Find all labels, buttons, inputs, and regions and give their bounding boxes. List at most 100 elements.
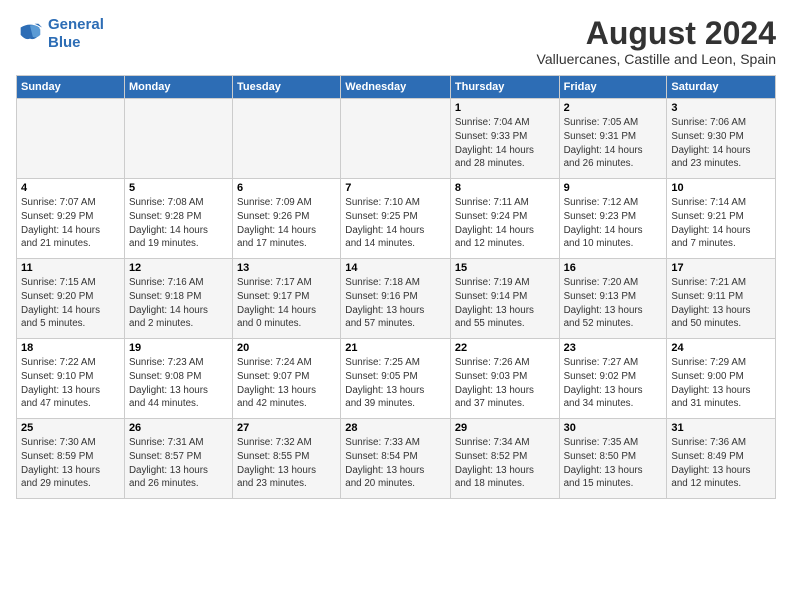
calendar-cell — [233, 99, 341, 179]
day-info: Sunrise: 7:24 AM Sunset: 9:07 PM Dayligh… — [237, 356, 336, 411]
day-number: 7 — [345, 182, 446, 194]
calendar-cell — [341, 99, 451, 179]
calendar-cell: 3 Sunrise: 7:06 AM Sunset: 9:30 PM Daylig… — [667, 99, 776, 179]
col-header-wednesday: Wednesday — [341, 76, 451, 99]
day-number: 14 — [345, 262, 446, 274]
day-info: Sunrise: 7:35 AM Sunset: 8:50 PM Dayligh… — [564, 436, 663, 491]
day-number: 6 — [237, 182, 336, 194]
day-number: 15 — [455, 262, 555, 274]
day-number: 26 — [129, 422, 228, 434]
calendar-cell: 6 Sunrise: 7:09 AM Sunset: 9:26 PM Daylig… — [233, 179, 341, 259]
day-number: 17 — [671, 262, 771, 274]
day-number: 25 — [21, 422, 120, 434]
day-number: 1 — [455, 102, 555, 114]
calendar-cell: 11Sunrise: 7:15 AM Sunset: 9:20 PM Dayli… — [17, 259, 125, 339]
calendar-cell: 24 Sunrise: 7:29 AM Sunset: 9:00 PM Dayli… — [667, 339, 776, 419]
calendar-cell: 14 Sunrise: 7:18 AM Sunset: 9:16 PM Dayli… — [341, 259, 451, 339]
calendar-cell: 31Sunrise: 7:36 AM Sunset: 8:49 PM Dayli… — [667, 419, 776, 499]
calendar-cell: 28 Sunrise: 7:33 AM Sunset: 8:54 PM Dayli… — [341, 419, 451, 499]
day-number: 4 — [21, 182, 120, 194]
day-info: Sunrise: 7:04 AM Sunset: 9:33 PM Dayligh… — [455, 116, 555, 171]
day-number: 30 — [564, 422, 663, 434]
calendar-cell: 25 Sunrise: 7:30 AM Sunset: 8:59 PM Dayli… — [17, 419, 125, 499]
day-number: 5 — [129, 182, 228, 194]
day-number: 3 — [671, 102, 771, 114]
calendar-cell: 29 Sunrise: 7:34 AM Sunset: 8:52 PM Dayli… — [450, 419, 559, 499]
calendar-cell: 19 Sunrise: 7:23 AM Sunset: 9:08 PM Dayli… — [124, 339, 232, 419]
calendar-cell: 7 Sunrise: 7:10 AM Sunset: 9:25 PM Daylig… — [341, 179, 451, 259]
day-info: Sunrise: 7:07 AM Sunset: 9:29 PM Dayligh… — [21, 196, 120, 251]
day-number: 18 — [21, 342, 120, 354]
calendar-cell: 15 Sunrise: 7:19 AM Sunset: 9:14 PM Dayli… — [450, 259, 559, 339]
day-info: Sunrise: 7:29 AM Sunset: 9:00 PM Dayligh… — [671, 356, 771, 411]
calendar-cell: 4 Sunrise: 7:07 AM Sunset: 9:29 PM Daylig… — [17, 179, 125, 259]
calendar-cell: 9 Sunrise: 7:12 AM Sunset: 9:23 PM Daylig… — [559, 179, 667, 259]
day-info: Sunrise: 7:26 AM Sunset: 9:03 PM Dayligh… — [455, 356, 555, 411]
day-number: 27 — [237, 422, 336, 434]
day-info: Sunrise: 7:21 AM Sunset: 9:11 PM Dayligh… — [671, 276, 771, 331]
day-info: Sunrise: 7:14 AM Sunset: 9:21 PM Dayligh… — [671, 196, 771, 251]
calendar-cell: 12 Sunrise: 7:16 AM Sunset: 9:18 PM Dayli… — [124, 259, 232, 339]
col-header-monday: Monday — [124, 76, 232, 99]
day-info: Sunrise: 7:08 AM Sunset: 9:28 PM Dayligh… — [129, 196, 228, 251]
calendar-cell: 23 Sunrise: 7:27 AM Sunset: 9:02 PM Dayli… — [559, 339, 667, 419]
day-number: 24 — [671, 342, 771, 354]
day-info: Sunrise: 7:12 AM Sunset: 9:23 PM Dayligh… — [564, 196, 663, 251]
day-info: Sunrise: 7:32 AM Sunset: 8:55 PM Dayligh… — [237, 436, 336, 491]
day-number: 19 — [129, 342, 228, 354]
day-number: 28 — [345, 422, 446, 434]
day-info: Sunrise: 7:25 AM Sunset: 9:05 PM Dayligh… — [345, 356, 446, 411]
day-info: Sunrise: 7:27 AM Sunset: 9:02 PM Dayligh… — [564, 356, 663, 411]
day-info: Sunrise: 7:05 AM Sunset: 9:31 PM Dayligh… — [564, 116, 663, 171]
calendar-cell — [124, 99, 232, 179]
calendar-cell: 10 Sunrise: 7:14 AM Sunset: 9:21 PM Dayli… — [667, 179, 776, 259]
calendar-cell — [17, 99, 125, 179]
day-number: 2 — [564, 102, 663, 114]
day-number: 23 — [564, 342, 663, 354]
day-info: Sunrise: 7:31 AM Sunset: 8:57 PM Dayligh… — [129, 436, 228, 491]
calendar-cell: 5 Sunrise: 7:08 AM Sunset: 9:28 PM Daylig… — [124, 179, 232, 259]
logo-text: General Blue — [48, 16, 104, 52]
day-number: 16 — [564, 262, 663, 274]
day-number: 10 — [671, 182, 771, 194]
day-info: Sunrise: 7:16 AM Sunset: 9:18 PM Dayligh… — [129, 276, 228, 331]
day-info: Sunrise: 7:19 AM Sunset: 9:14 PM Dayligh… — [455, 276, 555, 331]
day-number: 12 — [129, 262, 228, 274]
day-info: Sunrise: 7:34 AM Sunset: 8:52 PM Dayligh… — [455, 436, 555, 491]
day-number: 31 — [671, 422, 771, 434]
logo: General Blue — [16, 16, 104, 52]
col-header-saturday: Saturday — [667, 76, 776, 99]
day-info: Sunrise: 7:09 AM Sunset: 9:26 PM Dayligh… — [237, 196, 336, 251]
page-header: General Blue August 2024 Valluercanes, C… — [16, 16, 776, 67]
calendar-cell: 21Sunrise: 7:25 AM Sunset: 9:05 PM Dayli… — [341, 339, 451, 419]
calendar-cell: 8Sunrise: 7:11 AM Sunset: 9:24 PM Daylig… — [450, 179, 559, 259]
col-header-tuesday: Tuesday — [233, 76, 341, 99]
logo-icon — [16, 20, 44, 48]
day-info: Sunrise: 7:30 AM Sunset: 8:59 PM Dayligh… — [21, 436, 120, 491]
day-number: 9 — [564, 182, 663, 194]
day-number: 20 — [237, 342, 336, 354]
location-subtitle: Valluercanes, Castille and Leon, Spain — [537, 51, 776, 67]
day-info: Sunrise: 7:23 AM Sunset: 9:08 PM Dayligh… — [129, 356, 228, 411]
day-number: 29 — [455, 422, 555, 434]
day-info: Sunrise: 7:22 AM Sunset: 9:10 PM Dayligh… — [21, 356, 120, 411]
day-info: Sunrise: 7:11 AM Sunset: 9:24 PM Dayligh… — [455, 196, 555, 251]
day-info: Sunrise: 7:18 AM Sunset: 9:16 PM Dayligh… — [345, 276, 446, 331]
day-info: Sunrise: 7:06 AM Sunset: 9:30 PM Dayligh… — [671, 116, 771, 171]
calendar-cell: 18 Sunrise: 7:22 AM Sunset: 9:10 PM Dayli… — [17, 339, 125, 419]
calendar-table: SundayMondayTuesdayWednesdayThursdayFrid… — [16, 75, 776, 499]
day-info: Sunrise: 7:20 AM Sunset: 9:13 PM Dayligh… — [564, 276, 663, 331]
calendar-cell: 20 Sunrise: 7:24 AM Sunset: 9:07 PM Dayli… — [233, 339, 341, 419]
calendar-cell: 13 Sunrise: 7:17 AM Sunset: 9:17 PM Dayli… — [233, 259, 341, 339]
col-header-thursday: Thursday — [450, 76, 559, 99]
day-info: Sunrise: 7:10 AM Sunset: 9:25 PM Dayligh… — [345, 196, 446, 251]
calendar-cell: 1 Sunrise: 7:04 AM Sunset: 9:33 PM Daylig… — [450, 99, 559, 179]
day-info: Sunrise: 7:17 AM Sunset: 9:17 PM Dayligh… — [237, 276, 336, 331]
day-number: 13 — [237, 262, 336, 274]
col-header-sunday: Sunday — [17, 76, 125, 99]
calendar-cell: 16 Sunrise: 7:20 AM Sunset: 9:13 PM Dayli… — [559, 259, 667, 339]
day-number: 22 — [455, 342, 555, 354]
calendar-cell: 22 Sunrise: 7:26 AM Sunset: 9:03 PM Dayli… — [450, 339, 559, 419]
day-info: Sunrise: 7:33 AM Sunset: 8:54 PM Dayligh… — [345, 436, 446, 491]
calendar-cell: 2 Sunrise: 7:05 AM Sunset: 9:31 PM Daylig… — [559, 99, 667, 179]
